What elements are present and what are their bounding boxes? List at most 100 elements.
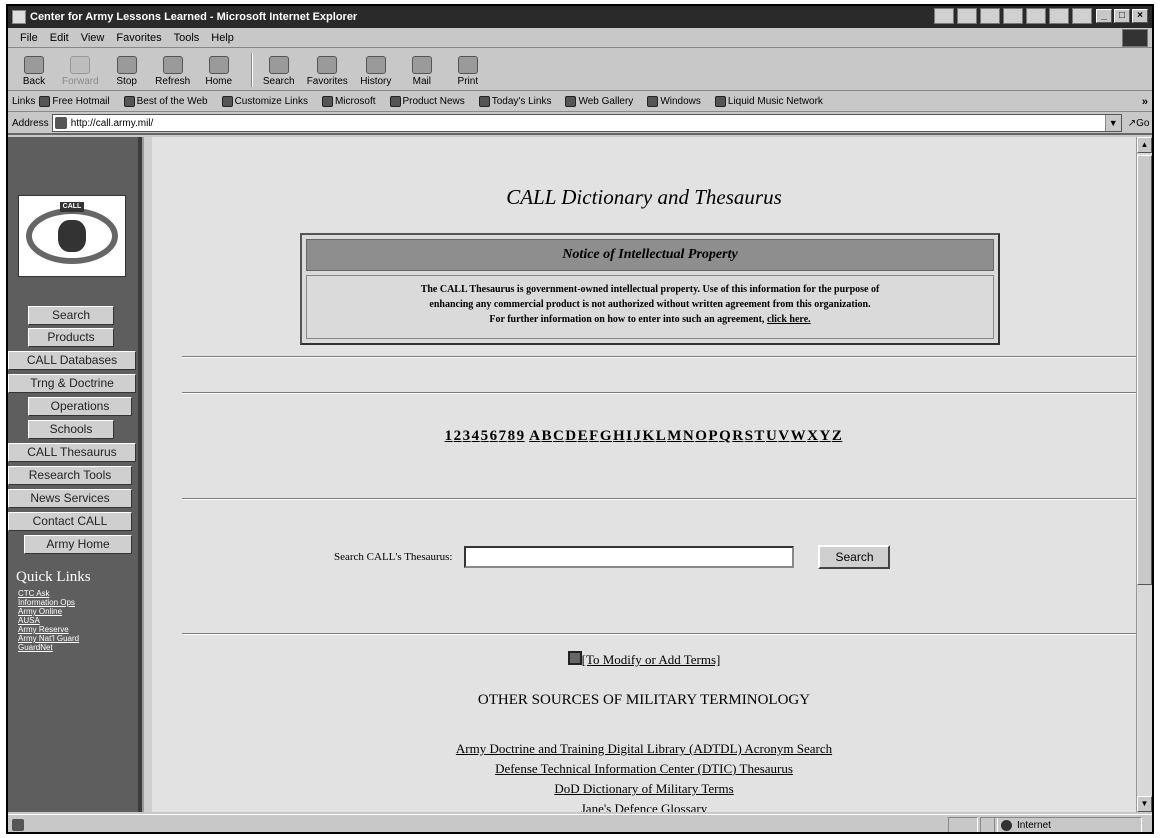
index-link-i[interactable]: I xyxy=(626,428,632,444)
index-link-8[interactable]: 8 xyxy=(508,428,516,444)
link-best-of-the-web[interactable]: Best of the Web xyxy=(123,96,208,107)
minimize-button[interactable]: _ xyxy=(1096,9,1112,23)
index-link-b[interactable]: B xyxy=(541,428,552,444)
source-link-adtdl[interactable]: Army Doctrine and Training Digital Libra… xyxy=(152,739,1136,759)
go-button[interactable]: ↗ Go xyxy=(1128,118,1150,129)
index-link-3[interactable]: 3 xyxy=(463,428,471,444)
link-windows[interactable]: Windows xyxy=(647,96,701,107)
home-button[interactable]: Home xyxy=(201,56,237,87)
maximize-button[interactable]: □ xyxy=(1114,9,1130,23)
search-button[interactable]: Search xyxy=(261,56,297,87)
index-link-4[interactable]: 4 xyxy=(472,428,480,444)
tray-icon[interactable] xyxy=(934,8,954,24)
scroll-down-arrow-icon[interactable]: ▼ xyxy=(1137,796,1152,812)
source-link-dod-dictionary[interactable]: DoD Dictionary of Military Terms xyxy=(152,779,1136,799)
refresh-button[interactable]: Refresh xyxy=(155,56,191,87)
index-link-m[interactable]: M xyxy=(667,428,682,444)
index-link-s[interactable]: S xyxy=(745,428,754,444)
source-link-janes[interactable]: Jane's Defence Glossary xyxy=(152,799,1136,812)
thesaurus-search-button[interactable]: Search xyxy=(818,545,891,569)
tray-icon[interactable] xyxy=(1003,8,1023,24)
scroll-up-arrow-icon[interactable]: ▲ xyxy=(1137,137,1152,153)
index-link-c[interactable]: C xyxy=(553,428,564,444)
nav-call-thesaurus[interactable]: CALL Thesaurus xyxy=(8,443,136,462)
address-input[interactable]: http://call.army.mil/ ▼ xyxy=(51,114,1122,132)
index-link-o[interactable]: O xyxy=(695,428,707,444)
nav-schools[interactable]: Schools xyxy=(28,420,114,439)
index-link-e[interactable]: E xyxy=(578,428,589,444)
tray-icon[interactable] xyxy=(1072,8,1092,24)
index-link-k[interactable]: K xyxy=(643,428,655,444)
mail-button[interactable]: Mail xyxy=(404,56,440,87)
link-free-hotmail[interactable]: Free Hotmail xyxy=(39,96,110,107)
link-todays-links[interactable]: Today's Links xyxy=(478,96,551,107)
index-link-5[interactable]: 5 xyxy=(481,428,489,444)
link-product-news[interactable]: Product News xyxy=(389,96,465,107)
index-link-q[interactable]: Q xyxy=(719,428,731,444)
index-link-r[interactable]: R xyxy=(732,428,743,444)
link-microsoft[interactable]: Microsoft xyxy=(321,96,376,107)
nav-call-databases[interactable]: CALL Databases xyxy=(8,351,136,370)
quick-link-ctc-ask[interactable]: CTC Ask xyxy=(18,589,79,598)
tray-icon[interactable] xyxy=(1026,8,1046,24)
tray-icon[interactable] xyxy=(957,8,977,24)
index-link-9[interactable]: 9 xyxy=(517,428,525,444)
link-customize-links[interactable]: Customize Links xyxy=(221,96,308,107)
tray-icon[interactable] xyxy=(980,8,1000,24)
index-link-d[interactable]: D xyxy=(565,428,576,444)
index-link-j[interactable]: J xyxy=(634,428,642,444)
index-link-p[interactable]: P xyxy=(708,428,718,444)
menu-file[interactable]: File xyxy=(20,32,38,44)
quick-link-army-online[interactable]: Army Online xyxy=(18,607,79,616)
nav-operations[interactable]: Operations xyxy=(28,397,132,416)
index-link-x[interactable]: X xyxy=(807,428,818,444)
menu-help[interactable]: Help xyxy=(211,32,234,44)
address-dropdown-icon[interactable]: ▼ xyxy=(1104,115,1121,131)
quick-link-guardnet[interactable]: GuardNet xyxy=(18,643,79,652)
notice-click-here-link[interactable]: click here. xyxy=(767,314,811,325)
favorites-button[interactable]: Favorites xyxy=(307,56,348,87)
nav-contact-call[interactable]: Contact CALL xyxy=(8,512,132,531)
index-link-f[interactable]: F xyxy=(589,428,599,444)
index-link-z[interactable]: Z xyxy=(832,428,843,444)
index-link-l[interactable]: L xyxy=(656,428,667,444)
link-liquid-music-network[interactable]: Liquid Music Network xyxy=(714,96,823,107)
index-link-w[interactable]: W xyxy=(791,428,807,444)
call-logo[interactable]: CALL xyxy=(18,195,126,277)
print-button[interactable]: Print xyxy=(450,56,486,87)
nav-research-tools[interactable]: Research Tools xyxy=(8,466,132,485)
index-link-2[interactable]: 2 xyxy=(454,428,462,444)
stop-button[interactable]: Stop xyxy=(109,56,145,87)
vertical-scrollbar[interactable]: ▲ ▼ xyxy=(1136,137,1152,812)
index-link-y[interactable]: Y xyxy=(819,428,830,444)
quick-link-ausa[interactable]: AUSA xyxy=(18,616,79,625)
index-link-7[interactable]: 7 xyxy=(499,428,507,444)
quick-link-army-natl-guard[interactable]: Army Nat'l Guard xyxy=(18,634,79,643)
menu-tools[interactable]: Tools xyxy=(174,32,200,44)
scroll-thumb[interactable] xyxy=(1137,155,1152,585)
index-link-1[interactable]: 1 xyxy=(445,428,453,444)
links-overflow-chevron-icon[interactable]: » xyxy=(1142,96,1148,108)
nav-army-home[interactable]: Army Home xyxy=(24,535,132,554)
index-link-h[interactable]: H xyxy=(613,428,625,444)
index-link-u[interactable]: U xyxy=(766,428,777,444)
menu-edit[interactable]: Edit xyxy=(50,32,69,44)
nav-search[interactable]: Search xyxy=(28,306,114,325)
menu-favorites[interactable]: Favorites xyxy=(116,32,161,44)
index-link-v[interactable]: V xyxy=(778,428,789,444)
forward-button[interactable]: Forward xyxy=(62,56,99,87)
nav-news-services[interactable]: News Services xyxy=(8,489,132,508)
modify-terms-link[interactable]: [To Modify or Add Terms] xyxy=(582,652,721,667)
link-web-gallery[interactable]: Web Gallery xyxy=(565,96,633,107)
nav-trng-doctrine[interactable]: Trng & Doctrine xyxy=(8,374,136,393)
nav-products[interactable]: Products xyxy=(28,328,114,347)
thesaurus-search-input[interactable] xyxy=(464,546,795,568)
history-button[interactable]: History xyxy=(358,56,394,87)
tray-icon[interactable] xyxy=(1049,8,1069,24)
index-link-6[interactable]: 6 xyxy=(490,428,498,444)
index-link-g[interactable]: G xyxy=(600,428,612,444)
quick-link-information-ops[interactable]: Information Ops xyxy=(18,598,79,607)
menu-view[interactable]: View xyxy=(81,32,105,44)
index-link-n[interactable]: N xyxy=(683,428,694,444)
back-button[interactable]: Back xyxy=(16,56,52,87)
